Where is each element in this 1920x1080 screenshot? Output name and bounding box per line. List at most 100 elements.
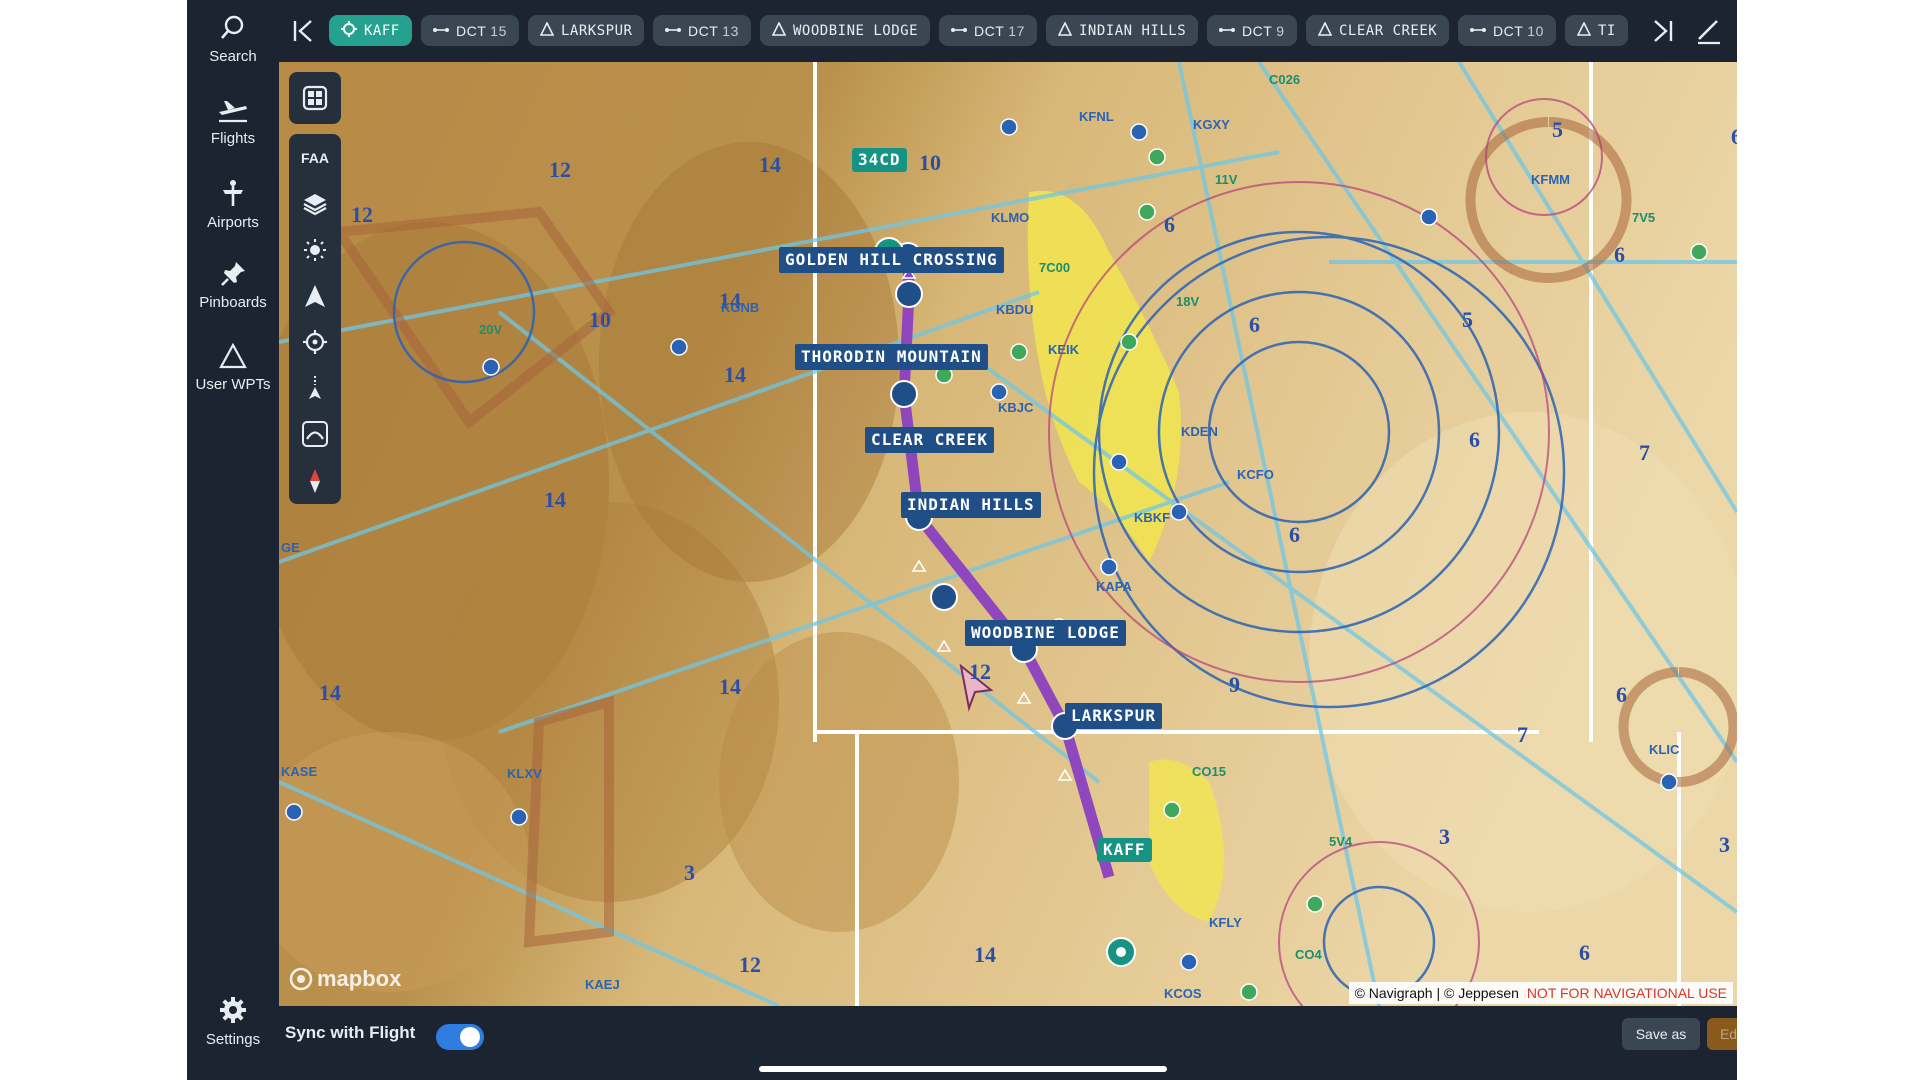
airport-id: KBKF [1134, 510, 1171, 525]
waypoint-label-34cd[interactable]: 34CD [852, 148, 907, 172]
waypoint-label-thorodin[interactable]: THORODIN MOUNTAIN [795, 344, 988, 370]
route-pill-wpt[interactable]: CLEAR CREEK [1306, 15, 1450, 46]
airport-id: KASE [281, 764, 318, 779]
sectional-map[interactable]: 12 14 10 5 6 12 14 10 6 5 6 6 7 14 6 6 1… [279, 62, 1737, 1006]
route-pill-dct[interactable]: DCT 9 [1207, 15, 1297, 46]
nav-flights-label: Flights [210, 130, 256, 147]
route-pill-dct[interactable]: DCT 10 [1458, 15, 1556, 46]
edit-button[interactable]: Edit [1707, 1018, 1737, 1050]
airport-id: C026 [1269, 72, 1301, 87]
nav-flights[interactable]: Flights [187, 96, 279, 147]
grid-layout-icon [302, 85, 328, 111]
left-nav: Search Flights Airports Pinboards User W… [187, 0, 279, 1080]
alt-label: 10 [919, 150, 941, 175]
gear-icon [220, 997, 246, 1023]
gear-icon [341, 20, 357, 41]
app-frame: Search Flights Airports Pinboards User W… [187, 0, 1737, 1080]
route-pill-distance: 10 [1527, 22, 1544, 39]
flight-icon [219, 101, 247, 123]
route-pill-wpt[interactable]: WOODBINE LODGE [760, 15, 931, 46]
alt-label: 6 [1614, 242, 1625, 267]
alt-label: 6 [1249, 312, 1260, 337]
route-pill-wpt[interactable]: INDIAN HILLS [1046, 15, 1199, 46]
alt-label: 6 [1579, 940, 1590, 965]
airport-id: 18V [1176, 294, 1200, 309]
route-pill-distance: 13 [722, 22, 739, 39]
route-pill-airport[interactable]: KAFF [329, 15, 412, 46]
triangle-icon [1057, 20, 1073, 40]
route-pill-distance: 9 [1276, 22, 1285, 39]
sun-icon [304, 239, 326, 261]
airport-id: KFMM [1531, 172, 1570, 187]
route-pills: KAFF DCT 15 LARKSPUR DCT 13 WOODBINE LODGE DCT 1… [329, 0, 1709, 62]
pin-icon [221, 262, 245, 286]
direct-leg-icon [1470, 23, 1486, 39]
alt-label: 3 [1719, 832, 1730, 857]
nav-settings[interactable]: Settings [187, 995, 279, 1048]
track-line-icon [309, 376, 321, 399]
alt-label: 5 [1462, 307, 1473, 332]
alt-label: 10 [589, 307, 611, 332]
route-pill-label: TI [1598, 22, 1616, 39]
skip-to-start-icon[interactable] [291, 18, 317, 44]
save-as-button[interactable]: Save as [1622, 1018, 1700, 1050]
airport-id: KGXY [1193, 117, 1230, 132]
route-pill-wpt[interactable]: TI [1565, 15, 1628, 46]
alt-label: 12 [549, 157, 571, 182]
direct-leg-icon [665, 23, 681, 39]
sync-toggle[interactable] [436, 1024, 484, 1050]
skip-to-end-icon[interactable] [1649, 18, 1675, 44]
waypoint-label-larkspur[interactable]: LARKSPUR [1065, 703, 1163, 729]
center-location-button[interactable] [289, 319, 341, 365]
nav-user-wpts[interactable]: User WPTs [187, 342, 279, 393]
brightness-button[interactable] [289, 227, 341, 273]
airport-id: 5V4 [1329, 834, 1353, 849]
route-pill-wpt[interactable]: LARKSPUR [528, 15, 645, 46]
route-pill-label: WOODBINE LODGE [793, 22, 919, 39]
home-indicator[interactable] [759, 1066, 1167, 1072]
route-pill-label: INDIAN HILLS [1079, 22, 1187, 39]
triangle-icon [1576, 20, 1592, 40]
nav-settings-label: Settings [205, 1031, 261, 1048]
alt-label: 6 [1616, 682, 1627, 707]
route-pill-dct[interactable]: DCT 13 [653, 15, 751, 46]
search-icon [221, 15, 244, 39]
waypoint-label-clear-creek[interactable]: CLEAR CREEK [865, 427, 994, 453]
route-pill-dct-prefix: DCT [456, 22, 487, 39]
route-pill-dct-prefix: DCT [1493, 22, 1524, 39]
alt-label: 6 [1731, 124, 1737, 149]
range-ring-button[interactable] [289, 411, 341, 457]
waypoint-label-indian-hills[interactable]: INDIAN HILLS [901, 492, 1041, 518]
airport-id: KBDU [996, 302, 1034, 317]
alt-label: 3 [1439, 824, 1450, 849]
layers-button[interactable] [289, 181, 341, 227]
track-up-button[interactable] [289, 365, 341, 411]
waypoint-label-kaff[interactable]: KAFF [1097, 838, 1152, 862]
triangle-icon [1317, 20, 1333, 40]
nav-warning-text: NOT FOR NAVIGATIONAL USE [1526, 985, 1727, 1001]
waypoint-label-golden-hill[interactable]: GOLDEN HILL CROSSING [779, 247, 1004, 273]
layout-toggle-button[interactable] [289, 72, 341, 124]
route-pill-dct[interactable]: DCT 17 [939, 15, 1037, 46]
compass-button[interactable] [289, 457, 341, 504]
waypoint-label-woodbine[interactable]: WOODBINE LODGE [965, 620, 1126, 646]
chart-type-faa-button[interactable]: FAA [289, 134, 341, 181]
alt-label: 14 [974, 942, 996, 967]
route-pill-label: LARKSPUR [561, 22, 633, 39]
north-arrow-icon [305, 285, 325, 307]
pencil-icon[interactable] [1695, 17, 1723, 45]
alt-label: 6 [1469, 427, 1480, 452]
north-up-button[interactable] [289, 273, 341, 319]
alt-label: 14 [319, 680, 341, 705]
triangle-icon [539, 20, 555, 40]
nav-airports[interactable]: Airports [187, 178, 279, 231]
route-pill-dct[interactable]: DCT 15 [421, 15, 519, 46]
airport-id: KGNB [721, 300, 760, 315]
alt-label: 6 [1164, 212, 1175, 237]
triangle-icon [771, 20, 787, 40]
nav-pinboards[interactable]: Pinboards [187, 260, 279, 311]
airport-id: KBJC [998, 400, 1034, 415]
nav-search[interactable]: Search [187, 14, 279, 65]
mapbox-logo: mapbox [289, 966, 401, 992]
alt-label: 5 [1552, 117, 1563, 142]
